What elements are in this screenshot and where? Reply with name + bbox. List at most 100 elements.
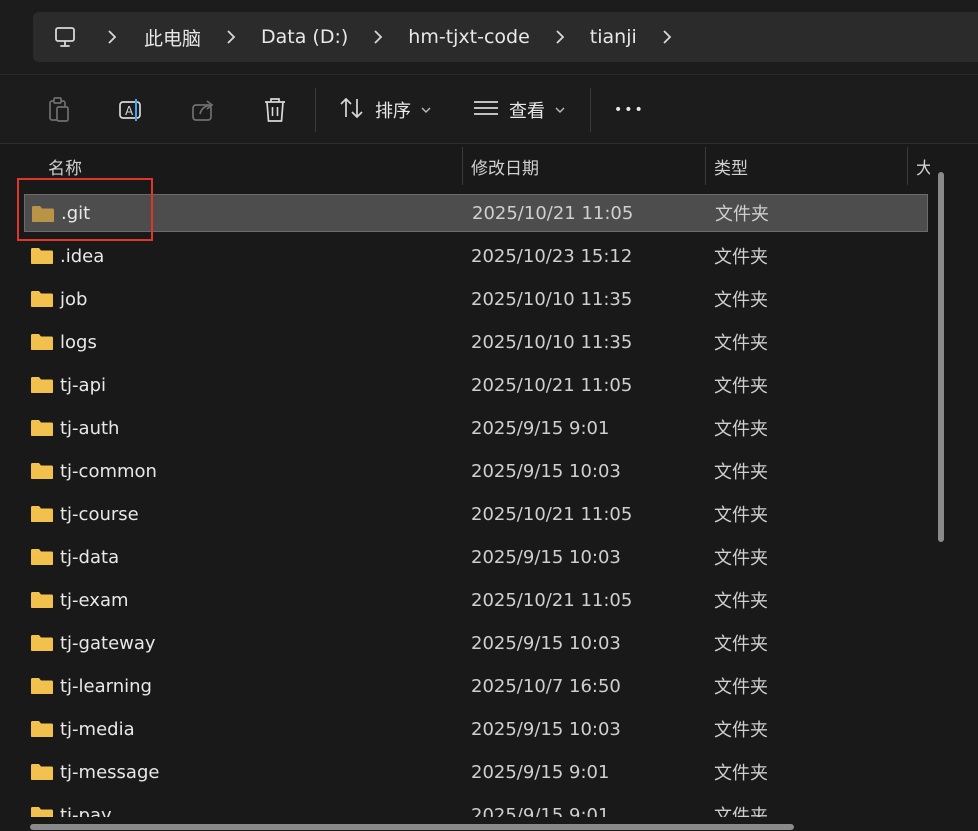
file-name: tj-exam xyxy=(60,589,129,611)
address-bar[interactable]: 此电脑 Data (D:) hm-tjxt-code tianji xyxy=(33,12,978,62)
breadcrumb-tianji[interactable]: tianji xyxy=(590,26,637,48)
chevron-right-icon[interactable] xyxy=(661,27,673,47)
file-name: tj-data xyxy=(60,546,120,568)
column-divider[interactable] xyxy=(705,147,706,185)
column-modified[interactable]: 修改日期 xyxy=(471,145,539,187)
command-bar: A 排序 查看 ••• xyxy=(0,76,978,144)
file-row[interactable]: tj-gateway 2025/9/15 10:03 文件夹 xyxy=(24,624,928,662)
view-button[interactable]: 查看 xyxy=(472,94,565,126)
file-modified-date: 2025/10/21 11:05 xyxy=(471,589,633,611)
folder-icon xyxy=(30,462,54,480)
column-divider[interactable] xyxy=(462,147,463,185)
folder-icon xyxy=(30,548,54,566)
folder-icon xyxy=(30,677,54,695)
file-name: tj-common xyxy=(60,460,157,482)
file-modified-date: 2025/9/15 10:03 xyxy=(471,460,621,482)
folder-icon xyxy=(30,290,54,308)
file-row[interactable]: tj-api 2025/10/21 11:05 文件夹 xyxy=(24,366,928,404)
folder-icon xyxy=(30,333,54,351)
view-icon xyxy=(472,98,500,122)
file-name: job xyxy=(60,288,88,310)
file-name: tj-course xyxy=(60,503,139,525)
file-modified-date: 2025/10/21 11:05 xyxy=(471,503,633,525)
sort-icon xyxy=(338,96,366,124)
file-row[interactable]: logs 2025/10/10 11:35 文件夹 xyxy=(24,323,928,361)
file-type: 文件夹 xyxy=(714,376,768,397)
file-type: 文件夹 xyxy=(714,247,768,268)
file-name: tj-media xyxy=(60,718,135,740)
file-modified-date: 2025/9/15 9:01 xyxy=(471,804,610,818)
folder-icon xyxy=(30,247,54,265)
file-row[interactable]: tj-media 2025/9/15 10:03 文件夹 xyxy=(24,710,928,748)
share-icon[interactable] xyxy=(187,94,219,126)
file-modified-date: 2025/10/21 11:05 xyxy=(471,374,633,396)
horizontal-scrollbar[interactable] xyxy=(30,824,794,830)
file-name: tj-auth xyxy=(60,417,120,439)
file-row[interactable]: tj-auth 2025/9/15 9:01 文件夹 xyxy=(24,409,928,447)
file-row[interactable]: tj-exam 2025/10/21 11:05 文件夹 xyxy=(24,581,928,619)
folder-icon xyxy=(30,806,54,817)
breadcrumb-data-drive[interactable]: Data (D:) xyxy=(261,26,348,48)
address-bar-region: 此电脑 Data (D:) hm-tjxt-code tianji xyxy=(0,0,978,75)
chevron-right-icon[interactable] xyxy=(225,27,237,47)
file-row[interactable]: tj-learning 2025/10/7 16:50 文件夹 xyxy=(24,667,928,705)
breadcrumb-this-pc[interactable]: 此电脑 xyxy=(144,24,201,51)
file-row[interactable]: .git 2025/10/21 11:05 文件夹 xyxy=(24,194,928,232)
file-modified-date: 2025/10/10 11:35 xyxy=(471,331,633,353)
chevron-down-icon xyxy=(421,107,431,113)
sort-label: 排序 xyxy=(375,101,411,122)
vertical-scrollbar[interactable] xyxy=(938,172,944,542)
file-row[interactable]: tj-data 2025/9/15 10:03 文件夹 xyxy=(24,538,928,576)
chevron-right-icon[interactable] xyxy=(372,27,384,47)
file-modified-date: 2025/10/23 15:12 xyxy=(471,245,633,267)
column-divider[interactable] xyxy=(907,147,908,185)
folder-icon xyxy=(30,419,54,437)
file-modified-date: 2025/10/7 16:50 xyxy=(471,675,621,697)
folder-icon xyxy=(30,376,54,394)
file-type: 文件夹 xyxy=(714,806,768,817)
breadcrumb-hm-tjxt-code[interactable]: hm-tjxt-code xyxy=(408,26,530,48)
folder-icon xyxy=(31,205,55,223)
file-name: .idea xyxy=(60,245,105,267)
more-options-button[interactable]: ••• xyxy=(614,94,645,126)
file-row[interactable]: tj-pay 2025/9/15 9:01 文件夹 xyxy=(24,796,928,817)
file-type: 文件夹 xyxy=(714,462,768,483)
column-header: 名称 修改日期 类型 大 xyxy=(0,145,978,187)
file-name: logs xyxy=(60,331,97,353)
toolbar-divider xyxy=(590,88,591,132)
file-modified-date: 2025/10/10 11:35 xyxy=(471,288,633,310)
file-row[interactable]: job 2025/10/10 11:35 文件夹 xyxy=(24,280,928,318)
file-type: 文件夹 xyxy=(715,204,769,225)
delete-icon[interactable] xyxy=(259,94,291,126)
file-name: tj-pay xyxy=(60,804,112,818)
view-label: 查看 xyxy=(509,101,545,122)
rename-icon[interactable]: A xyxy=(115,94,147,126)
column-size[interactable]: 大 xyxy=(916,145,930,187)
file-row[interactable]: .idea 2025/10/23 15:12 文件夹 xyxy=(24,237,928,275)
computer-icon[interactable] xyxy=(52,24,78,50)
file-type: 文件夹 xyxy=(714,677,768,698)
file-type: 文件夹 xyxy=(714,591,768,612)
file-modified-date: 2025/9/15 10:03 xyxy=(471,632,621,654)
paste-icon[interactable] xyxy=(43,94,75,126)
folder-icon xyxy=(30,720,54,738)
file-row[interactable]: tj-common 2025/9/15 10:03 文件夹 xyxy=(24,452,928,490)
chevron-right-icon[interactable] xyxy=(554,27,566,47)
file-type: 文件夹 xyxy=(714,333,768,354)
file-list: .git 2025/10/21 11:05 文件夹 .idea 2025/10/23 1… xyxy=(0,192,930,817)
column-name[interactable]: 名称 xyxy=(48,145,82,187)
folder-icon xyxy=(30,505,54,523)
file-row[interactable]: tj-course 2025/10/21 11:05 文件夹 xyxy=(24,495,928,533)
file-modified-date: 2025/9/15 9:01 xyxy=(471,761,610,783)
folder-icon xyxy=(30,634,54,652)
column-type[interactable]: 类型 xyxy=(714,145,748,187)
chevron-down-icon xyxy=(555,107,565,113)
file-row[interactable]: tj-message 2025/9/15 9:01 文件夹 xyxy=(24,753,928,791)
toolbar-divider xyxy=(315,88,316,132)
file-type: 文件夹 xyxy=(714,763,768,784)
sort-button[interactable]: 排序 xyxy=(338,94,431,126)
file-type: 文件夹 xyxy=(714,548,768,569)
svg-text:A: A xyxy=(125,104,134,118)
chevron-right-icon[interactable] xyxy=(106,27,118,47)
file-modified-date: 2025/9/15 10:03 xyxy=(471,718,621,740)
